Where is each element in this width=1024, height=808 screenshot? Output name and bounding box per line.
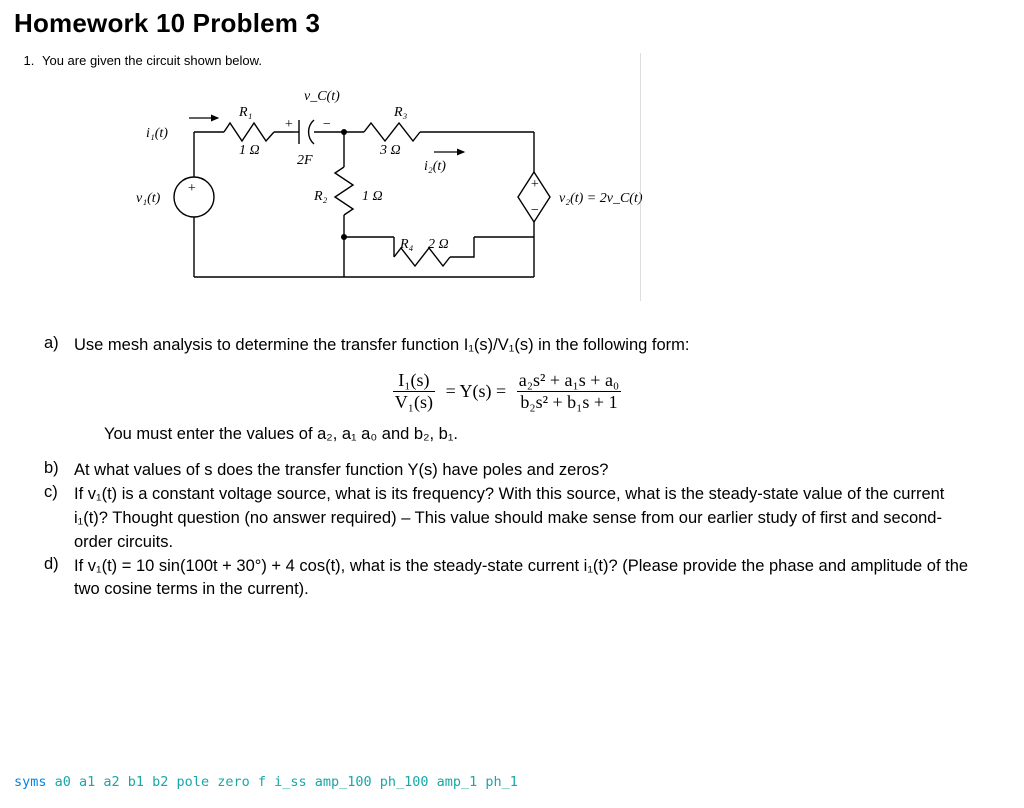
vertical-rule <box>640 53 641 301</box>
cap-minus: − <box>322 117 331 132</box>
eq-mid: = Y(s) = <box>440 381 513 402</box>
cap-val: 2F <box>297 153 313 168</box>
q-b-letter: b) <box>44 459 74 478</box>
src-plus-label: + <box>187 181 196 196</box>
vc-label: v_C(t) <box>304 89 340 104</box>
q-a-letter: a) <box>44 334 74 353</box>
v2-label: v₂(t) = 2v_C(t) <box>559 191 643 206</box>
r3-label: R₃ <box>393 105 408 120</box>
r3-val: 3 Ω <box>379 143 401 158</box>
circuit-diagram: .w { stroke:#000; stroke-width:1.4; fill… <box>114 82 644 312</box>
eq-den2: b₂s² + b₁s + 1 <box>517 392 622 413</box>
q-c-letter: c) <box>44 483 74 502</box>
r1-label: R₁ <box>238 105 252 120</box>
dep-minus-label: − <box>530 203 539 218</box>
eq-den1: V₁(s) <box>393 392 435 413</box>
r2-val: 1 Ω <box>362 189 383 204</box>
r4-val: 2 Ω <box>428 237 449 252</box>
question-block: a) Use mesh analysis to determine the tr… <box>14 334 1010 602</box>
q-a-text: Use mesh analysis to determine the trans… <box>74 334 719 358</box>
q-d-text: If v₁(t) = 10 sin(100t + 30°) + 4 cos(t)… <box>74 555 1010 603</box>
i1-label: i₁(t) <box>146 126 168 141</box>
code-vars: a0 a1 a2 b1 b2 pole zero f i_ss amp_100 … <box>55 774 518 790</box>
eq-num1: I₁(s) <box>393 370 435 392</box>
code-keyword: syms <box>14 774 55 790</box>
v1-label: v₁(t) <box>136 191 161 206</box>
matlab-code-line: syms a0 a1 a2 b1 b2 pole zero f i_ss amp… <box>14 774 518 790</box>
eq-num2: a₂s² + a₁s + a₀ <box>517 370 622 392</box>
equation-Y: I₁(s) V₁(s) = Y(s) = a₂s² + a₁s + a₀ b₂s… <box>4 370 1010 413</box>
q-d-letter: d) <box>44 555 74 574</box>
page-title: Homework 10 Problem 3 <box>14 8 1010 39</box>
q-a-followup: You must enter the values of a₂, a₁ a₀ a… <box>44 423 1010 447</box>
r1-val: 1 Ω <box>239 143 260 158</box>
dep-plus-label: + <box>530 177 539 192</box>
q-b-text: At what values of s does the transfer fu… <box>74 459 638 483</box>
q-c-text: If v₁(t) is a constant voltage source, w… <box>74 483 1010 555</box>
r2-label: R₂ <box>313 189 328 204</box>
cap-plus: + <box>284 117 293 132</box>
r4-label: R₄ <box>399 237 414 252</box>
problem-list: You are given the circuit shown below. <box>14 53 1010 68</box>
prompt-text: You are given the circuit shown below. <box>42 53 262 68</box>
i2-label: i₂(t) <box>424 159 446 174</box>
